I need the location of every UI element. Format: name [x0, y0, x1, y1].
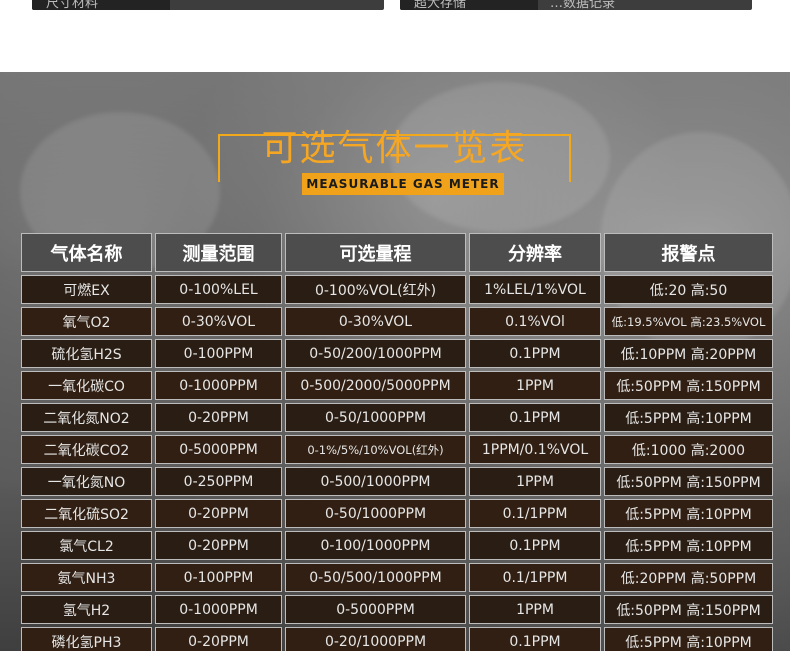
gas-table-section: 可选气体一览表 MEASURABLE GAS METER 气体名称 测量范围 可…	[0, 72, 790, 651]
cell-optional-range: 0-100%VOL(红外)	[285, 275, 466, 304]
cell-resolution: 1PPM	[469, 467, 601, 496]
cell-measure-range: 0-5000PPM	[155, 435, 282, 464]
header-resolution: 分辨率	[469, 233, 601, 272]
spec-field-right: 超大存储 …数据记录	[400, 0, 752, 10]
header-measure-range: 测量范围	[155, 233, 282, 272]
cell-alarm-point: 低:5PPM 高:10PPM	[604, 531, 773, 560]
cell-optional-range: 0-500/2000/5000PPM	[285, 371, 466, 400]
cell-alarm-point: 低:10PPM 高:20PPM	[604, 339, 773, 368]
cell-measure-range: 0-20PPM	[155, 531, 282, 560]
cell-gas-name: 磷化氢PH3	[21, 627, 152, 651]
cell-gas-name: 氧气O2	[21, 307, 152, 336]
section-title: 可选气体一览表	[218, 126, 571, 172]
cell-measure-range: 0-20PPM	[155, 499, 282, 528]
cell-gas-name: 可燃EX	[21, 275, 152, 304]
table-row: 硫化氢H2S 0-100PPM 0-50/200/1000PPM 0.1PPM 低:10…	[21, 339, 773, 368]
cell-alarm-point: 低:20 高:50	[604, 275, 773, 304]
cell-optional-range: 0-30%VOL	[285, 307, 466, 336]
cell-measure-range: 0-30%VOL	[155, 307, 282, 336]
cell-optional-range: 0-50/500/1000PPM	[285, 563, 466, 592]
cell-resolution: 0.1PPM	[469, 627, 601, 651]
header-alarm-point: 报警点	[604, 233, 773, 272]
cell-measure-range: 0-100%LEL	[155, 275, 282, 304]
cell-optional-range: 0-5000PPM	[285, 595, 466, 624]
cell-measure-range: 0-20PPM	[155, 403, 282, 432]
cell-optional-range: 0-50/200/1000PPM	[285, 339, 466, 368]
cell-resolution: 1PPM/0.1%VOL	[469, 435, 601, 464]
cell-gas-name: 二氧化硫SO2	[21, 499, 152, 528]
cell-measure-range: 0-20PPM	[155, 627, 282, 651]
cell-measure-range: 0-1000PPM	[155, 595, 282, 624]
cell-gas-name: 硫化氢H2S	[21, 339, 152, 368]
cell-resolution: 0.1/1PPM	[469, 499, 601, 528]
cell-alarm-point: 低:50PPM 高:150PPM	[604, 595, 773, 624]
header-optional-range: 可选量程	[285, 233, 466, 272]
cell-optional-range: 0-50/1000PPM	[285, 403, 466, 432]
cell-gas-name: 氯气CL2	[21, 531, 152, 560]
cell-measure-range: 0-250PPM	[155, 467, 282, 496]
cell-resolution: 0.1PPM	[469, 339, 601, 368]
spec-field-left: 尺寸材料	[32, 0, 384, 10]
cell-alarm-point: 低:50PPM 高:150PPM	[604, 467, 773, 496]
cell-measure-range: 0-100PPM	[155, 339, 282, 368]
cell-gas-name: 氨气NH3	[21, 563, 152, 592]
cell-alarm-point: 低:5PPM 高:10PPM	[604, 499, 773, 528]
spec-field-left-label: 尺寸材料	[46, 0, 99, 10]
table-row: 磷化氢PH3 0-20PPM 0-20/1000PPM 0.1PPM 低:5PPM 高:…	[21, 627, 773, 651]
cell-alarm-point: 低:19.5%VOL 高:23.5%VOL	[604, 307, 773, 336]
cell-resolution: 1PPM	[469, 371, 601, 400]
cell-resolution: 0.1PPM	[469, 403, 601, 432]
table-row: 二氧化氮NO2 0-20PPM 0-50/1000PPM 0.1PPM 低:5PPM 高…	[21, 403, 773, 432]
cell-resolution: 1PPM	[469, 595, 601, 624]
cell-optional-range: 0-1%/5%/10%VOL(红外)	[285, 435, 466, 464]
cell-alarm-point: 低:50PPM 高:150PPM	[604, 371, 773, 400]
gas-table: 气体名称 测量范围 可选量程 分辨率 报警点 可燃EX 0-100%LEL 0-10…	[18, 230, 776, 651]
table-row: 氧气O2 0-30%VOL 0-30%VOL 0.1%VOl 低:19.5%VOL 高:…	[21, 307, 773, 336]
spec-field-right-value: …数据记录	[550, 0, 616, 10]
cell-optional-range: 0-50/1000PPM	[285, 499, 466, 528]
table-row: 一氧化碳CO 0-1000PPM 0-500/2000/5000PPM 1PPM 低:5…	[21, 371, 773, 400]
cell-optional-range: 0-500/1000PPM	[285, 467, 466, 496]
cell-gas-name: 二氧化氮NO2	[21, 403, 152, 432]
table-row: 氢气H2 0-1000PPM 0-5000PPM 1PPM 低:50PPM 高:150P…	[21, 595, 773, 624]
cell-alarm-point: 低:5PPM 高:10PPM	[604, 627, 773, 651]
section-title-text: 可选气体一览表	[261, 128, 528, 169]
cell-gas-name: 氢气H2	[21, 595, 152, 624]
table-row: 二氧化硫SO2 0-20PPM 0-50/1000PPM 0.1/1PPM 低:5PPM…	[21, 499, 773, 528]
top-strip: 尺寸材料 超大存储 …数据记录	[0, 0, 790, 72]
table-row: 氨气NH3 0-100PPM 0-50/500/1000PPM 0.1/1PPM 低:2…	[21, 563, 773, 592]
cell-resolution: 0.1%VOl	[469, 307, 601, 336]
table-row: 二氧化碳CO2 0-5000PPM 0-1%/5%/10%VOL(红外) 1PPM/0…	[21, 435, 773, 464]
table-row: 氯气CL2 0-20PPM 0-100/1000PPM 0.1PPM 低:5PPM 高:…	[21, 531, 773, 560]
cell-resolution: 0.1PPM	[469, 531, 601, 560]
spec-field-right-label: 超大存储	[414, 0, 467, 10]
cell-measure-range: 0-100PPM	[155, 563, 282, 592]
cell-optional-range: 0-100/1000PPM	[285, 531, 466, 560]
table-header-row: 气体名称 测量范围 可选量程 分辨率 报警点	[21, 233, 773, 272]
cell-gas-name: 一氧化碳CO	[21, 371, 152, 400]
cell-measure-range: 0-1000PPM	[155, 371, 282, 400]
cell-gas-name: 一氧化氮NO	[21, 467, 152, 496]
cell-resolution: 1%LEL/1%VOL	[469, 275, 601, 304]
cell-alarm-point: 低:5PPM 高:10PPM	[604, 403, 773, 432]
cell-alarm-point: 低:1000 高:2000	[604, 435, 773, 464]
cell-alarm-point: 低:20PPM 高:50PPM	[604, 563, 773, 592]
header-gas-name: 气体名称	[21, 233, 152, 272]
subtitle-badge: MEASURABLE GAS METER	[302, 173, 504, 195]
table-row: 一氧化氮NO 0-250PPM 0-500/1000PPM 1PPM 低:50PPM 高…	[21, 467, 773, 496]
cell-optional-range: 0-20/1000PPM	[285, 627, 466, 651]
cell-resolution: 0.1/1PPM	[469, 563, 601, 592]
table-row: 可燃EX 0-100%LEL 0-100%VOL(红外) 1%LEL/1%VOL 低:2…	[21, 275, 773, 304]
cell-gas-name: 二氧化碳CO2	[21, 435, 152, 464]
